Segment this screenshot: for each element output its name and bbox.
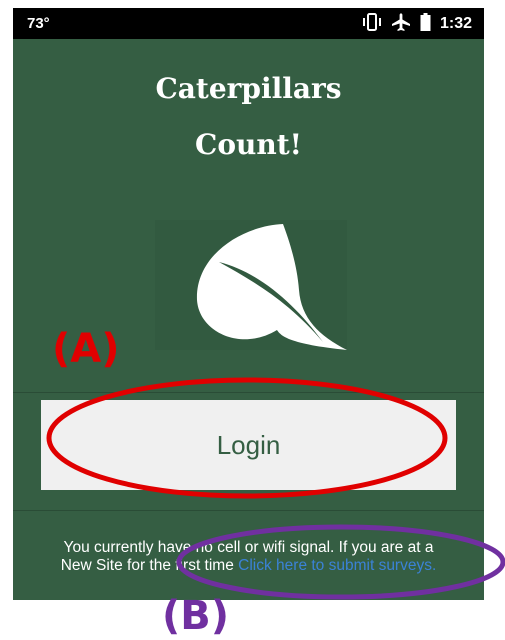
annotation-ellipse-a [46,377,448,499]
annotation-label-b: (B) [162,593,230,639]
annotation-overlay [46,377,505,600]
annotation-label-a: (A) [52,326,120,372]
annotation-ellipse-b [176,524,505,600]
